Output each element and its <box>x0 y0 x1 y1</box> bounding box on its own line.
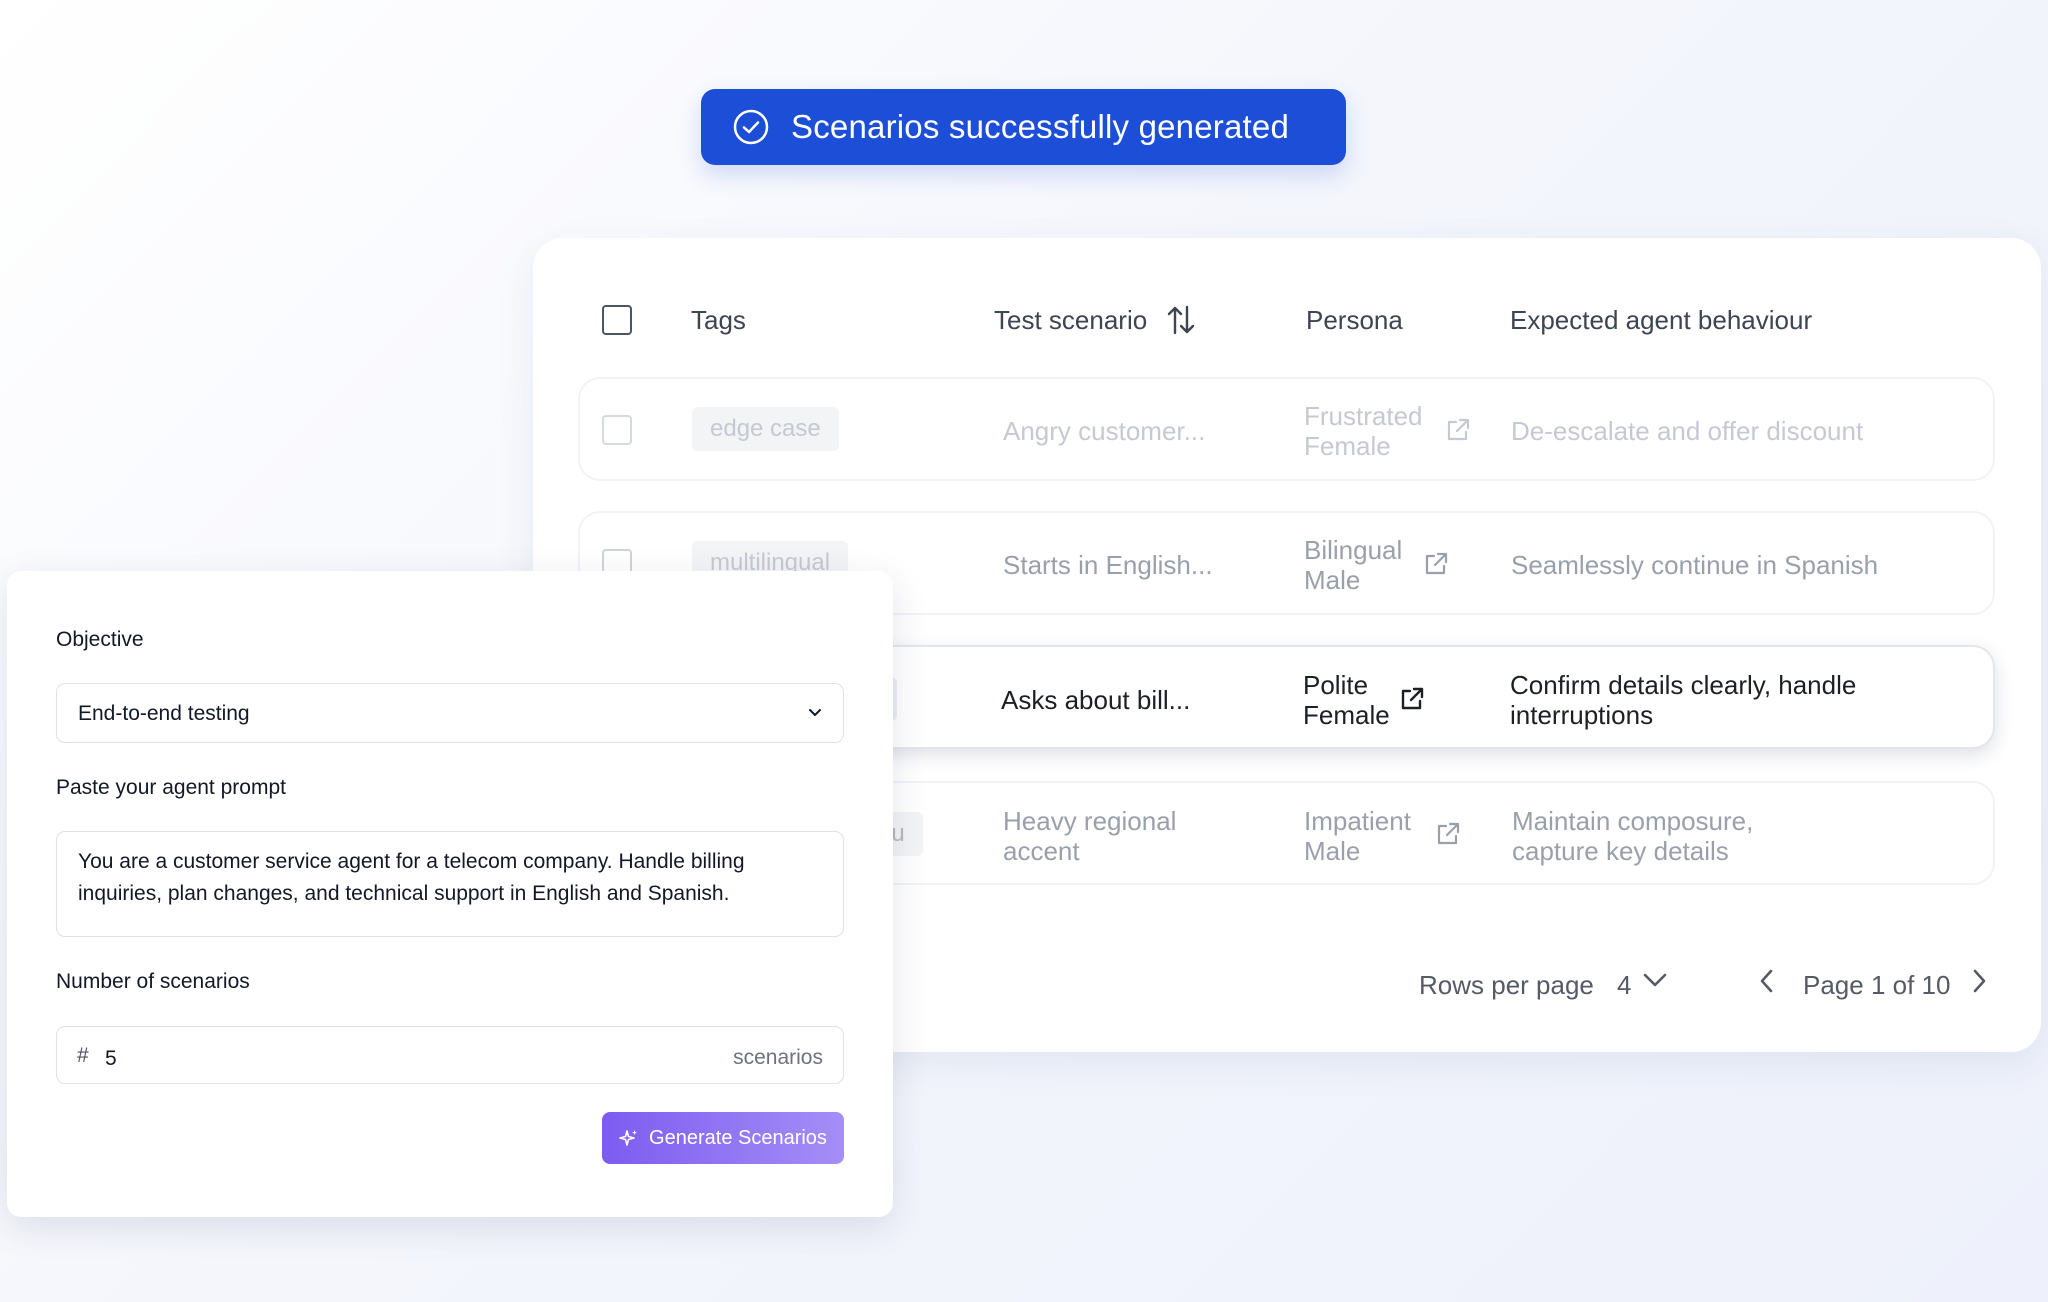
external-link-icon[interactable] <box>1434 820 1462 848</box>
chevron-right-icon[interactable] <box>1968 966 1990 1001</box>
persona-cell: Bilingual Male <box>1304 535 1403 595</box>
sort-icon[interactable] <box>1166 304 1196 341</box>
expected-cell: Maintain composure, capture key details <box>1512 806 1754 866</box>
external-link-icon[interactable] <box>1422 550 1450 578</box>
objective-select[interactable]: End-to-end testing <box>56 683 844 743</box>
expected-cell: Seamlessly continue in Spanish <box>1511 550 1879 580</box>
header-tags: Tags <box>691 305 746 335</box>
scenario-cell: Asks about bill... <box>1001 685 1191 715</box>
chevron-down-icon <box>807 706 823 725</box>
page-indicator: Page 1 of 10 <box>1803 970 1951 1000</box>
persona-cell: Polite Female <box>1303 670 1390 730</box>
row-checkbox[interactable] <box>602 415 632 445</box>
sparkle-icon <box>619 1128 649 1148</box>
header-test-scenario[interactable]: Test scenario <box>994 305 1147 336</box>
generate-scenarios-button[interactable]: Generate Scenarios <box>602 1112 844 1164</box>
scenarios-suffix: scenarios <box>733 1046 823 1069</box>
hash-icon: # <box>77 1044 89 1067</box>
external-link-icon[interactable] <box>1444 416 1472 444</box>
check-circle-icon <box>731 107 771 147</box>
agent-prompt-label: Paste your agent prompt <box>56 776 286 799</box>
persona-cell: Frustrated Female <box>1304 401 1423 461</box>
number-of-scenarios-input[interactable]: # 5 scenarios <box>56 1026 844 1084</box>
scenario-cell: Starts in English... <box>1003 550 1213 580</box>
toast-message: Scenarios successfully generated <box>791 108 1289 145</box>
objective-label: Objective <box>56 628 144 651</box>
tag-badge: edge case <box>692 407 839 451</box>
rows-per-page-value[interactable]: 4 <box>1617 970 1631 1001</box>
expected-cell: De-escalate and offer discount <box>1511 416 1864 446</box>
scenario-cell: Heavy regional accent <box>1003 806 1177 866</box>
chevron-left-icon[interactable] <box>1756 966 1778 1001</box>
persona-cell: Impatient Male <box>1304 806 1411 866</box>
generate-button-label: Generate Scenarios <box>649 1126 827 1149</box>
success-toast: Scenarios successfully generated <box>701 89 1346 165</box>
expected-cell: Confirm details clearly, handle interrup… <box>1510 670 1857 730</box>
select-all-checkbox[interactable] <box>602 305 632 335</box>
agent-prompt-text: You are a customer service agent for a t… <box>78 850 745 905</box>
scenarios-count-value: 5 <box>105 1047 117 1070</box>
scenario-cell: Angry customer... <box>1003 416 1206 446</box>
agent-prompt-textarea[interactable]: You are a customer service agent for a t… <box>56 831 844 937</box>
number-of-scenarios-label: Number of scenarios <box>56 970 250 993</box>
header-expected-behaviour: Expected agent behaviour <box>1510 305 1813 335</box>
external-link-icon[interactable] <box>1398 685 1426 713</box>
chevron-down-icon[interactable] <box>1641 968 1669 997</box>
header-persona: Persona <box>1306 305 1403 335</box>
rows-per-page-label: Rows per page <box>1419 970 1594 1000</box>
objective-value: End-to-end testing <box>78 702 250 725</box>
